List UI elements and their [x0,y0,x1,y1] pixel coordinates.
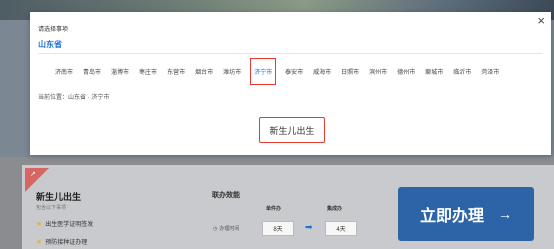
arrow-right-icon: ➡ [305,222,313,232]
city-item[interactable]: 聊城市 [424,64,444,85]
time-row-label: ◷ 办理时间 [213,225,240,233]
card-subtitle: 包含以下事项 [36,205,67,211]
arrow-right-icon: → [498,206,512,222]
corner-arrow-icon: ↗ [30,171,36,178]
list-item[interactable]: ★ 出生医学证明签发 [36,219,94,229]
city-item[interactable]: 威海市 [312,64,332,85]
apply-now-label: 立即办理 [419,208,484,225]
city-item[interactable]: 泰安市 [284,64,304,85]
city-item-selected[interactable]: 济宁市 [250,58,277,85]
current-location: 当前位置：山东省 · 济宁市 [38,95,110,101]
list-item-label: 预防接种证办理 [45,240,88,246]
city-item[interactable]: 淄博市 [110,64,130,85]
efficacy-title: 联办效能 [212,192,240,199]
city-list: 济南市 青岛市 淄博市 枣庄市 东营市 烟台市 潍坊市 济宁市 泰安市 威海市 … [54,58,500,85]
city-item[interactable]: 东营市 [166,64,186,85]
corner-ribbon [25,168,49,192]
list-item-label: 出生医学证明签发 [45,222,94,228]
single-time-value: 8天 [262,221,294,236]
city-item[interactable]: 枣庄市 [138,64,158,85]
apply-now-button[interactable]: 立即办理 → [398,187,534,241]
city-item[interactable]: 潍坊市 [222,64,242,85]
joint-time-value: 4天 [325,221,357,236]
list-item[interactable]: ★ 预防接种证办理 [36,237,88,247]
card-title: 新生儿出生 [36,192,82,202]
close-icon[interactable]: × [537,14,545,28]
city-item[interactable]: 临沂市 [452,64,472,85]
city-item[interactable]: 德州市 [396,64,416,85]
star-icon: ★ [36,238,43,246]
select-item-dialog: × 请选择事项 山东省 济南市 青岛市 淄博市 枣庄市 东营市 烟台市 潍坊市 … [30,12,551,155]
service-newborn-button[interactable]: 新生儿出生 [259,117,325,143]
joint-column-header: 集成办 [327,206,343,212]
city-item[interactable]: 青岛市 [82,64,102,85]
city-item[interactable]: 日照市 [340,64,360,85]
city-item[interactable]: 济南市 [54,64,74,85]
divider [38,53,543,54]
city-item[interactable]: 烟台市 [194,64,214,85]
city-item[interactable]: 滨州市 [368,64,388,85]
clock-icon: ◷ [213,225,218,232]
single-column-header: 单件办 [266,206,282,212]
city-item[interactable]: 菏泽市 [480,64,500,85]
province-title[interactable]: 山东省 [38,39,62,50]
star-icon: ★ [36,220,43,228]
dialog-prompt-label: 请选择事项 [38,27,69,33]
